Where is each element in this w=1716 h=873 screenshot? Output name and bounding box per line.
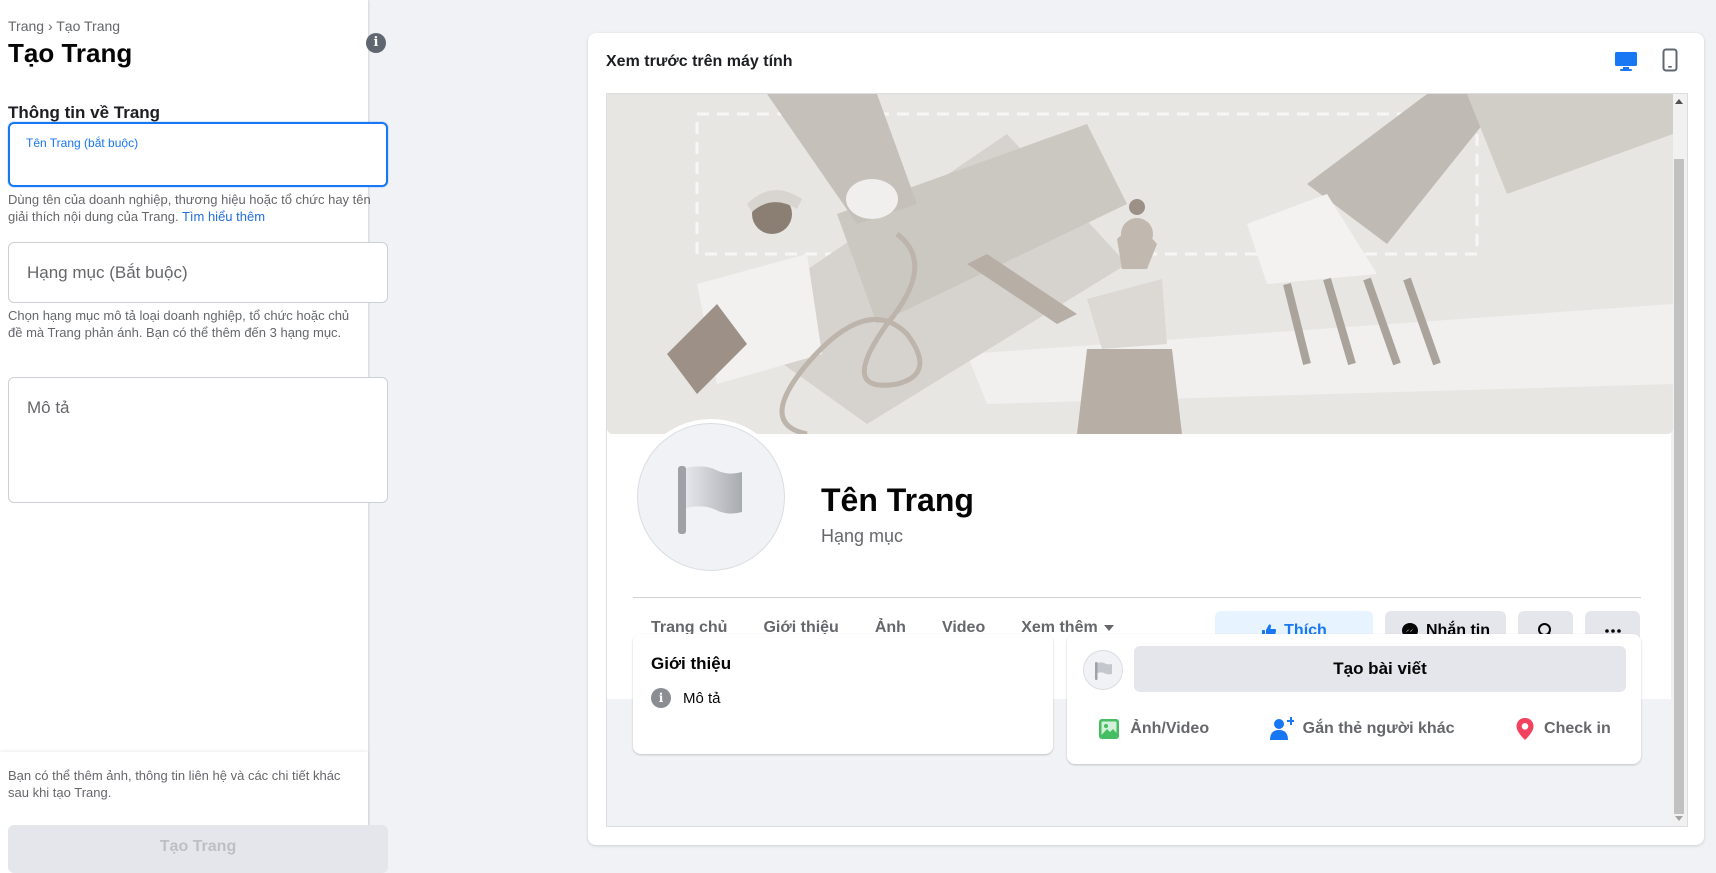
create-page-sidebar: Trang › Tạo Trang Tạo Trang Thông tin về… xyxy=(0,0,388,873)
category-field[interactable]: Hạng mục (Bắt buộc) xyxy=(8,242,388,303)
post-avatar xyxy=(1083,650,1123,690)
caret-down-icon xyxy=(1103,625,1114,631)
page-preview: Tên Trang Hạng mục Trang chủ Giới thiệu … xyxy=(607,94,1673,826)
breadcrumb[interactable]: Trang › Tạo Trang xyxy=(8,18,120,34)
preview-frame: Tên Trang Hạng mục Trang chủ Giới thiệu … xyxy=(606,93,1688,827)
flag-icon xyxy=(1095,662,1112,680)
intro-description: i Mô tả xyxy=(651,688,721,708)
description-placeholder: Mô tả xyxy=(27,398,70,417)
footer-note: Bạn có thể thêm ảnh, thông tin liên hệ v… xyxy=(8,768,341,800)
location-pin-icon xyxy=(1516,718,1534,740)
cover-photo xyxy=(607,94,1673,434)
post-actions: Ảnh/Video Gắn thẻ người khác Check in xyxy=(1067,706,1641,752)
page-name-field[interactable]: Tên Trang (bắt buộc) xyxy=(8,122,388,187)
tag-people-label: Gắn thẻ người khác xyxy=(1302,720,1455,737)
intro-title: Giới thiệu xyxy=(651,654,732,673)
sidebar-footer: Bạn có thể thêm ảnh, thông tin liên hệ v… xyxy=(0,752,388,873)
check-in-label: Check in xyxy=(1544,720,1611,737)
mobile-icon[interactable] xyxy=(1662,48,1678,72)
ellipsis-icon xyxy=(1604,629,1621,633)
learn-more-link[interactable]: Tìm hiểu thêm xyxy=(182,209,265,224)
create-post-button[interactable]: Tạo bài viết xyxy=(1134,646,1626,692)
page-name-label: Tên Trang (bắt buộc) xyxy=(26,136,139,150)
page-name: Tên Trang xyxy=(821,482,974,518)
avatar[interactable] xyxy=(637,423,785,571)
scroll-up-arrow[interactable] xyxy=(1675,99,1683,104)
description-field[interactable]: Mô tả xyxy=(8,377,388,503)
photo-video-button[interactable]: Ảnh/Video xyxy=(1097,717,1209,741)
create-post-card: Tạo bài viết Ảnh/Video Gắn thẻ người khá… xyxy=(1067,634,1641,764)
photo-icon xyxy=(1099,719,1120,739)
preview-title: Xem trước trên máy tính xyxy=(606,53,793,70)
category-placeholder: Hạng mục (Bắt buộc) xyxy=(27,263,188,282)
tag-people-button[interactable]: Gắn thẻ người khác xyxy=(1269,717,1455,741)
scroll-down-arrow[interactable] xyxy=(1675,816,1683,821)
page-name-help: Dùng tên của doanh nghiệp, thương hiệu h… xyxy=(8,191,388,225)
photo-video-label: Ảnh/Video xyxy=(1130,720,1210,737)
info-icon[interactable]: i xyxy=(366,33,386,53)
desktop-icon[interactable] xyxy=(1614,50,1638,72)
intro-description-label: Mô tả xyxy=(683,689,721,707)
scroll-thumb[interactable] xyxy=(1674,159,1684,814)
info-icon: i xyxy=(651,688,671,708)
header-divider xyxy=(633,597,1641,598)
profile-header: Tên Trang Hạng mục Trang chủ Giới thiệu … xyxy=(607,94,1673,699)
category-help: Chọn hạng mục mô tả loại doanh nghiệp, t… xyxy=(8,308,350,340)
cover-illustration xyxy=(607,94,1673,434)
page-title: Tạo Trang xyxy=(8,38,133,68)
page-category: Hạng mục xyxy=(821,526,904,546)
intro-card: Giới thiệu i Mô tả xyxy=(633,634,1053,754)
create-page-button[interactable]: Tạo Trang xyxy=(8,825,388,873)
preview-card: Xem trước trên máy tính Tên Trang Hạng m… xyxy=(588,33,1704,845)
section-title: Thông tin về Trang xyxy=(8,103,161,122)
preview-scrollbar[interactable] xyxy=(1671,94,1687,826)
check-in-button[interactable]: Check in xyxy=(1515,717,1611,741)
flag-icon xyxy=(678,466,742,534)
tag-people-icon xyxy=(1269,717,1294,740)
